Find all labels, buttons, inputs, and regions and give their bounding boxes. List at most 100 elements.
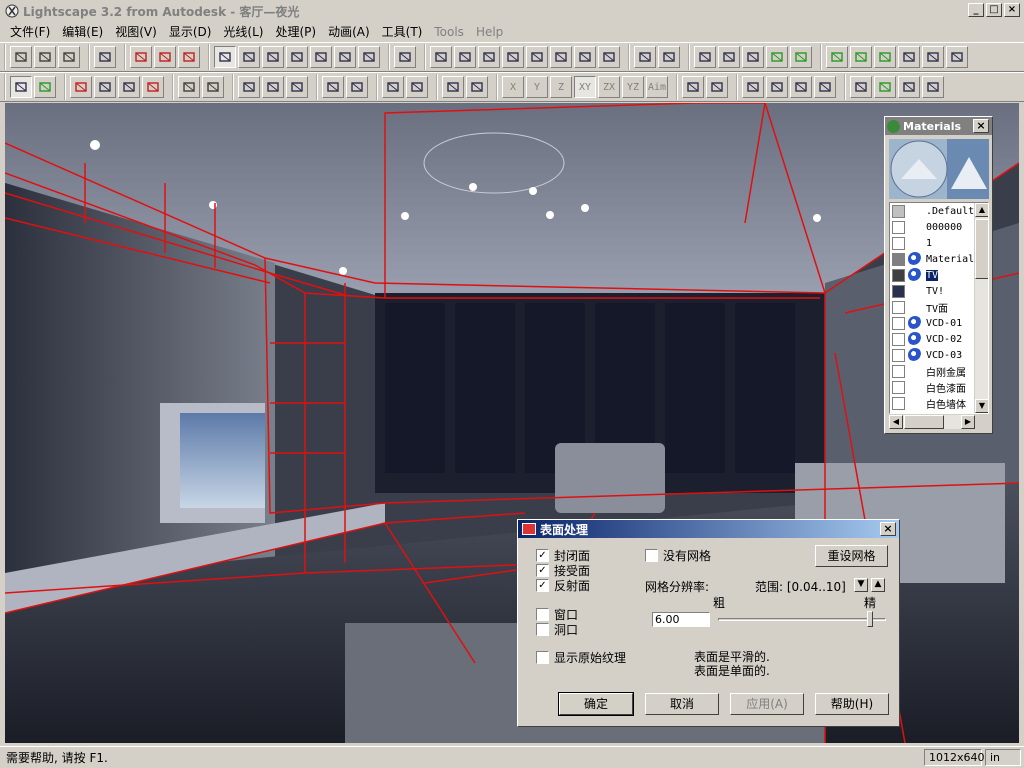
menu-item[interactable]: Tools <box>428 25 470 39</box>
maximize-button[interactable]: □ <box>986 3 1002 17</box>
checkbox-show-original-texture[interactable]: 显示原始纹理 <box>536 649 626 666</box>
spin-icon[interactable] <box>598 46 620 68</box>
run-figure-icon[interactable] <box>766 76 788 98</box>
texture-shade-icon[interactable] <box>790 46 812 68</box>
jump-figure-icon[interactable] <box>790 76 812 98</box>
paste-icon[interactable] <box>202 76 224 98</box>
walk-icon[interactable] <box>550 46 572 68</box>
hidden-line-icon[interactable] <box>718 46 740 68</box>
arrow-down-icon[interactable]: ▼ <box>854 578 868 592</box>
transform-icon[interactable] <box>406 76 428 98</box>
scroll-down-icon[interactable]: ▼ <box>975 399 988 413</box>
green-dot-icon[interactable] <box>874 76 896 98</box>
zoom-out-icon[interactable] <box>502 46 524 68</box>
hscroll-thumb[interactable] <box>904 415 944 429</box>
menu-item[interactable]: 文件(F) <box>4 23 56 40</box>
radiosity-icon[interactable] <box>874 46 896 68</box>
materials-vscroll[interactable]: ▲ ▼ <box>974 203 988 413</box>
select-block-icon[interactable] <box>94 76 116 98</box>
checkbox-box[interactable] <box>536 651 549 664</box>
checkbox-opening[interactable]: 洞口 <box>536 621 578 638</box>
axis-y-button[interactable]: Y <box>526 76 548 98</box>
zoom-icon[interactable] <box>478 46 500 68</box>
axis-yz-button[interactable]: YZ <box>622 76 644 98</box>
checkbox-box[interactable] <box>645 549 658 562</box>
mesh-resolution-input[interactable]: 6.00 <box>652 612 710 627</box>
view-back-icon[interactable] <box>262 46 284 68</box>
minimize-button[interactable]: _ <box>968 3 984 17</box>
materials-hscroll[interactable]: ◀ ▶ <box>889 415 975 429</box>
process-icon[interactable] <box>898 46 920 68</box>
axis-xy-button[interactable]: XY <box>574 76 596 98</box>
menu-item[interactable]: 视图(V) <box>109 23 163 40</box>
zoom-previous-icon[interactable] <box>658 46 680 68</box>
ok-button[interactable]: 确定 <box>558 692 634 716</box>
rotate-object-icon[interactable] <box>262 76 284 98</box>
view-right-icon[interactable] <box>310 46 332 68</box>
axis-zx-button[interactable]: ZX <box>598 76 620 98</box>
checkbox-box[interactable]: ✓ <box>536 579 549 592</box>
dialog-title-bar[interactable]: 表面处理 <box>518 520 899 538</box>
menu-item[interactable]: 动画(A) <box>322 23 376 40</box>
checkbox-no-mesh[interactable]: 没有网格 <box>645 547 711 564</box>
open-file-icon[interactable] <box>34 46 56 68</box>
undo-icon[interactable] <box>94 46 116 68</box>
block-icon[interactable] <box>898 76 920 98</box>
apply-button[interactable]: 应用(A) <box>730 693 804 715</box>
view-top-icon[interactable] <box>334 46 356 68</box>
select-surface-icon[interactable] <box>70 76 92 98</box>
menu-item[interactable]: 编辑(E) <box>56 23 109 40</box>
menu-item[interactable]: Help <box>470 25 509 39</box>
walk-figure-icon[interactable] <box>742 76 764 98</box>
checkbox-reflective-surface[interactable]: ✓ 反射面 <box>536 577 590 594</box>
layers-icon[interactable] <box>946 46 968 68</box>
scroll-left-icon[interactable]: ◀ <box>889 415 903 429</box>
move-icon[interactable] <box>238 76 260 98</box>
reset-mesh-button[interactable]: 重设网格 <box>815 545 888 567</box>
slider-thumb[interactable] <box>867 611 874 627</box>
filter-icon[interactable] <box>346 76 368 98</box>
render-icon[interactable] <box>826 46 848 68</box>
dolly-icon[interactable] <box>574 46 596 68</box>
scroll-thumb[interactable] <box>975 219 988 279</box>
view-left-icon[interactable] <box>286 46 308 68</box>
stand-figure-icon[interactable] <box>814 76 836 98</box>
new-file-icon[interactable] <box>10 46 32 68</box>
print-icon[interactable] <box>130 46 152 68</box>
save-icon[interactable] <box>58 46 80 68</box>
menu-item[interactable]: 光线(L) <box>217 23 269 40</box>
close-window-button[interactable]: × <box>1004 3 1020 17</box>
checkbox-box[interactable] <box>536 623 549 636</box>
zoom-extents-icon[interactable] <box>634 46 656 68</box>
select-material-icon[interactable] <box>118 76 140 98</box>
scroll-right-icon[interactable]: ▶ <box>961 415 975 429</box>
view-bottom-icon[interactable] <box>358 46 380 68</box>
link-icon[interactable] <box>682 76 704 98</box>
axis-z-button[interactable]: Z <box>550 76 572 98</box>
zoom-window-icon[interactable] <box>394 46 416 68</box>
materials-icon[interactable] <box>922 46 944 68</box>
cancel-button[interactable]: 取消 <box>645 693 719 715</box>
smooth-shade-icon[interactable] <box>766 46 788 68</box>
checkbox-box[interactable]: ✓ <box>536 564 549 577</box>
materials-list[interactable]: .Default 000000 1 Material TV TV! TV面 VCD-01 VCD… <box>889 202 989 414</box>
flat-shade-icon[interactable] <box>742 46 764 68</box>
unlink-icon[interactable] <box>706 76 728 98</box>
arrow-up-icon[interactable]: ▲ <box>871 578 885 592</box>
help-icon[interactable] <box>154 46 176 68</box>
help-button[interactable]: 帮助(H) <box>815 693 889 715</box>
context-help-icon[interactable] <box>178 46 200 68</box>
paint-icon[interactable] <box>922 76 944 98</box>
checkbox-box[interactable]: ✓ <box>536 549 549 562</box>
pan-icon[interactable] <box>526 46 548 68</box>
wireframe-icon[interactable] <box>694 46 716 68</box>
rotate-icon[interactable] <box>454 46 476 68</box>
axis-aim-button[interactable]: Aim <box>646 76 668 98</box>
menu-item[interactable]: 显示(D) <box>163 23 218 40</box>
menu-item[interactable]: 处理(P) <box>269 23 322 40</box>
scale-icon[interactable] <box>286 76 308 98</box>
menu-item[interactable]: 工具(T) <box>376 23 429 40</box>
view-front-icon[interactable] <box>238 46 260 68</box>
layer-stack-icon[interactable] <box>850 76 872 98</box>
select-view-icon[interactable] <box>214 46 236 68</box>
